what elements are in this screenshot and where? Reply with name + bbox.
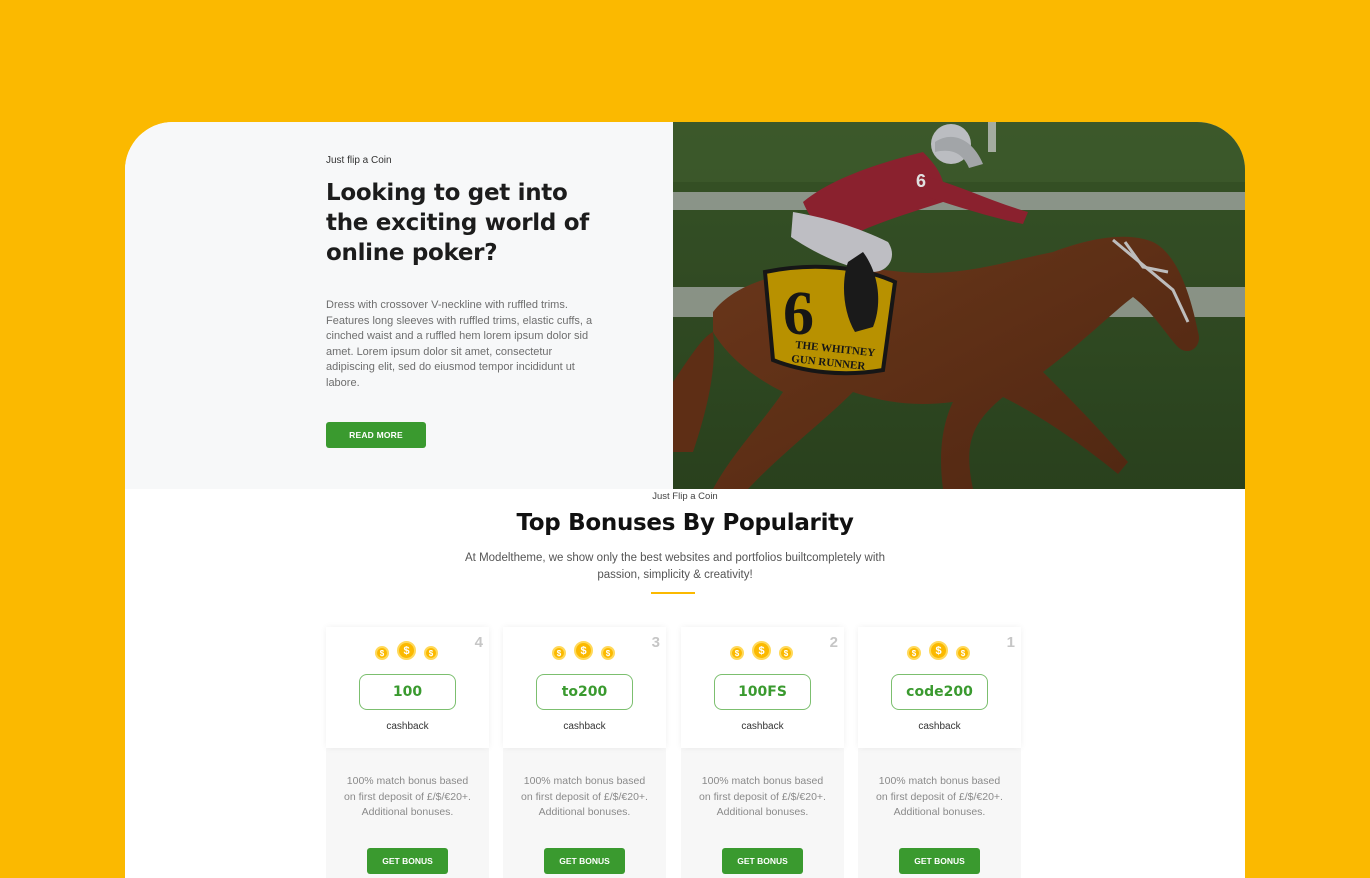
bonus-code[interactable]: 100 xyxy=(359,674,456,710)
bonus-description: 100% match bonus based on first deposit … xyxy=(521,775,648,819)
bonus-card-header: 3 $ $ $ to200 cashback xyxy=(503,627,666,748)
section-title: Top Bonuses By Popularity xyxy=(516,510,854,536)
dollar-coin-icon: $ xyxy=(375,646,389,660)
get-bonus-button[interactable]: GET BONUS xyxy=(722,848,803,874)
read-more-button[interactable]: READ MORE xyxy=(326,422,426,448)
bonus-card: 1 $ $ $ code200 cashback 100% match bonu… xyxy=(858,627,1021,878)
dollar-coin-icon: $ xyxy=(574,641,593,660)
coin-group: $ $ $ xyxy=(503,639,666,663)
dollar-coin-icon: $ xyxy=(424,646,438,660)
content-card: Just flip a Coin Looking to get into the… xyxy=(125,122,1245,878)
hero-title: Looking to get into the exciting world o… xyxy=(326,180,589,266)
dollar-coin-icon: $ xyxy=(929,641,948,660)
dollar-coin-icon: $ xyxy=(397,641,416,660)
coin-group: $ $ $ xyxy=(326,639,489,663)
dollar-coin-icon: $ xyxy=(907,646,921,660)
dollar-coin-icon: $ xyxy=(752,641,771,660)
bonus-code-label: cashback xyxy=(563,721,606,732)
dollar-coin-icon: $ xyxy=(601,646,615,660)
section-description: At Modeltheme, we show only the best web… xyxy=(465,552,885,581)
get-bonus-button[interactable]: GET BONUS xyxy=(544,848,625,874)
hero-image: 6 THE WHITNEY GUN RUNNER 6 xyxy=(673,122,1245,489)
bonus-description: 100% match bonus based on first deposit … xyxy=(876,775,1003,819)
bonus-card: 3 $ $ $ to200 cashback 100% match bonus … xyxy=(503,627,666,878)
coin-group: $ $ $ xyxy=(681,639,844,663)
bonus-code[interactable]: code200 xyxy=(891,674,988,710)
dollar-coin-icon: $ xyxy=(956,646,970,660)
hero-body: Dress with crossover V-neckline with ruf… xyxy=(326,299,593,389)
bonus-code[interactable]: to200 xyxy=(536,674,633,710)
bonus-description: 100% match bonus based on first deposit … xyxy=(699,775,826,819)
bonus-description: 100% match bonus based on first deposit … xyxy=(344,775,471,819)
bonus-code-label: cashback xyxy=(741,721,784,732)
get-bonus-button[interactable]: GET BONUS xyxy=(899,848,980,874)
bonus-card-header: 2 $ $ $ 100FS cashback xyxy=(681,627,844,748)
section-divider xyxy=(651,592,695,594)
bonus-card: 4 $ $ $ 100 cashback 100% match bonus ba… xyxy=(326,627,489,878)
hero-eyebrow: Just flip a Coin xyxy=(326,155,392,166)
bonus-code-label: cashback xyxy=(386,721,429,732)
bonus-code[interactable]: 100FS xyxy=(714,674,811,710)
hero-text-panel: Just flip a Coin Looking to get into the… xyxy=(125,122,674,489)
dollar-coin-icon: $ xyxy=(552,646,566,660)
bonus-card: 2 $ $ $ 100FS cashback 100% match bonus … xyxy=(681,627,844,878)
section-eyebrow: Just Flip a Coin xyxy=(652,491,718,502)
get-bonus-button[interactable]: GET BONUS xyxy=(367,848,448,874)
dollar-coin-icon: $ xyxy=(779,646,793,660)
bonus-card-header: 4 $ $ $ 100 cashback xyxy=(326,627,489,748)
coin-group: $ $ $ xyxy=(858,639,1021,663)
bonus-code-label: cashback xyxy=(918,721,961,732)
dollar-coin-icon: $ xyxy=(730,646,744,660)
bonus-card-header: 1 $ $ $ code200 cashback xyxy=(858,627,1021,748)
